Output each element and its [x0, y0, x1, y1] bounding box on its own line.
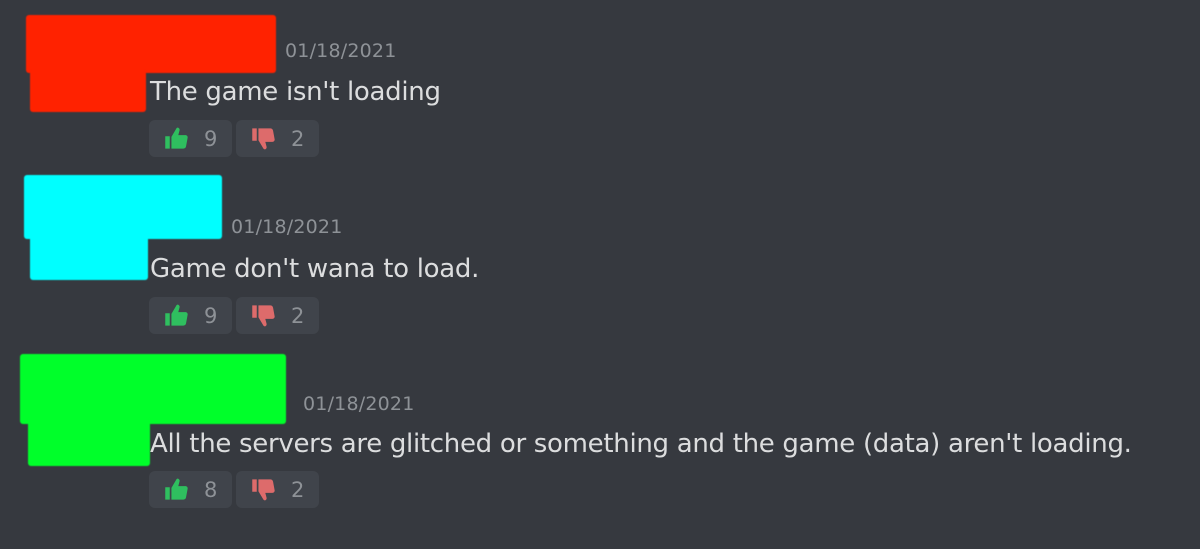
redacted-avatar [30, 232, 148, 280]
reaction-count: 2 [291, 303, 305, 328]
chat-messages: 01/18/2021 The game isn't loading 9 2 01… [0, 0, 1200, 549]
redacted-avatar [30, 70, 146, 112]
message-timestamp: 01/18/2021 [285, 40, 397, 62]
reaction-thumbs-up[interactable]: 9 [149, 120, 232, 157]
reaction-count: 2 [291, 477, 305, 502]
reaction-count: 9 [204, 126, 218, 151]
reaction-thumbs-up[interactable]: 9 [149, 297, 232, 334]
reaction-count: 8 [204, 477, 218, 502]
thumbs-up-icon [163, 125, 190, 152]
message-content: The game isn't loading [150, 77, 441, 107]
thumbs-down-icon [250, 476, 277, 503]
message-content: All the servers are glitched or somethin… [150, 429, 1132, 459]
redacted-username [26, 15, 276, 73]
reaction-thumbs-down[interactable]: 2 [236, 297, 319, 334]
reaction-count: 9 [204, 303, 218, 328]
message-timestamp: 01/18/2021 [231, 216, 343, 238]
redacted-avatar [28, 418, 150, 466]
thumbs-up-icon [163, 302, 190, 329]
reaction-thumbs-down[interactable]: 2 [236, 120, 319, 157]
thumbs-down-icon [250, 302, 277, 329]
reaction-count: 2 [291, 126, 305, 151]
message-timestamp: 01/18/2021 [303, 393, 415, 415]
thumbs-up-icon [163, 476, 190, 503]
reactions-bar: 8 2 [149, 471, 319, 508]
reactions-bar: 9 2 [149, 120, 319, 157]
message-content: Game don't wana to load. [150, 254, 480, 284]
redacted-username [20, 354, 286, 424]
redacted-username [24, 175, 222, 239]
reaction-thumbs-up[interactable]: 8 [149, 471, 232, 508]
reaction-thumbs-down[interactable]: 2 [236, 471, 319, 508]
reactions-bar: 9 2 [149, 297, 319, 334]
thumbs-down-icon [250, 125, 277, 152]
